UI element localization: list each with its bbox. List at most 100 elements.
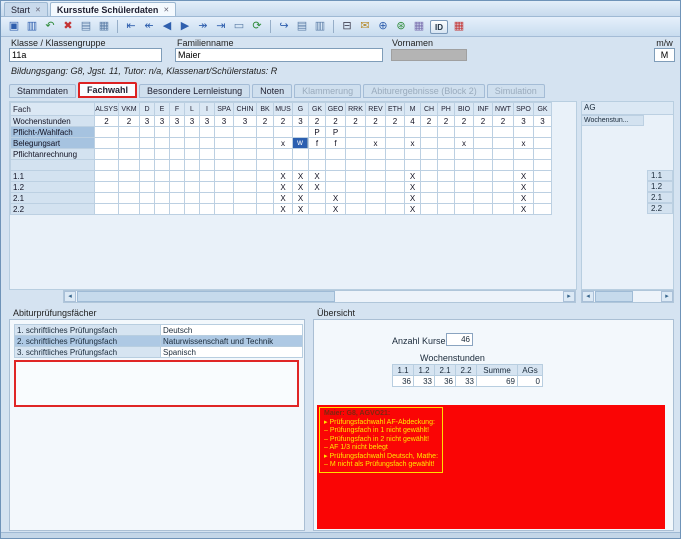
grid-cell[interactable]	[438, 204, 455, 215]
grid-cell[interactable]	[215, 171, 234, 182]
grid-cell[interactable]	[215, 149, 234, 160]
grid-cell[interactable]	[493, 171, 514, 182]
grid-cell[interactable]: 2	[421, 116, 438, 127]
grid-cell[interactable]: X	[514, 204, 534, 215]
grid-cell[interactable]	[257, 182, 274, 193]
grid-cell[interactable]	[95, 182, 119, 193]
grid-cell[interactable]	[200, 127, 215, 138]
grid-cell[interactable]	[185, 182, 200, 193]
grid-cell[interactable]	[95, 193, 119, 204]
grid-cell[interactable]	[140, 182, 155, 193]
grid-cell[interactable]	[293, 160, 309, 171]
grid-cell[interactable]	[200, 182, 215, 193]
grid-cell[interactable]	[140, 171, 155, 182]
tab-fachwahl[interactable]: Fachwahl	[78, 82, 137, 98]
grid-cell[interactable]: X	[326, 204, 346, 215]
grid-cell[interactable]: f	[309, 138, 326, 149]
grid-cell[interactable]	[514, 149, 534, 160]
grid-cell[interactable]	[386, 160, 405, 171]
grid-cell[interactable]: 3	[534, 116, 552, 127]
grid-cell[interactable]	[185, 193, 200, 204]
save-all-icon[interactable]: ▥	[24, 19, 40, 35]
grid-cell[interactable]	[438, 149, 455, 160]
grid-cell[interactable]: 2	[309, 116, 326, 127]
grid-cell[interactable]	[257, 127, 274, 138]
grid-cell[interactable]: 2	[438, 116, 455, 127]
grid-cell[interactable]	[534, 149, 552, 160]
grid-cell[interactable]	[474, 149, 493, 160]
next-record-icon[interactable]: ▶	[177, 19, 193, 35]
grid-cell[interactable]	[493, 204, 514, 215]
grid-cell[interactable]: 3	[170, 116, 185, 127]
calculator-icon[interactable]: ▦	[411, 19, 427, 35]
report-icon[interactable]: ▤	[294, 19, 310, 35]
grid-cell[interactable]	[257, 138, 274, 149]
grid-cell[interactable]: 3	[293, 116, 309, 127]
grid-cell[interactable]	[257, 171, 274, 182]
scroll-right-icon[interactable]: ▸	[563, 291, 575, 302]
abitur-row-value[interactable]: Spanisch	[161, 347, 303, 358]
grid-cell[interactable]	[309, 149, 326, 160]
grid-cell[interactable]	[200, 149, 215, 160]
grid-cell[interactable]: x	[405, 138, 421, 149]
grid-cell[interactable]	[274, 160, 293, 171]
grid-cell[interactable]: X	[514, 193, 534, 204]
grid-cell[interactable]	[493, 193, 514, 204]
grid-cell[interactable]	[493, 149, 514, 160]
grid-cell[interactable]	[493, 160, 514, 171]
grid-cell[interactable]	[405, 160, 421, 171]
grid-cell[interactable]	[170, 160, 185, 171]
grid-cell[interactable]	[293, 149, 309, 160]
grid-cell[interactable]	[534, 127, 552, 138]
grid-scrollbar-thumb[interactable]	[77, 291, 335, 302]
grid-cell[interactable]: X	[405, 204, 421, 215]
grid-cell[interactable]: X	[293, 182, 309, 193]
grid-cell[interactable]: 2	[493, 116, 514, 127]
grid-cell[interactable]	[119, 171, 140, 182]
grid-cell[interactable]	[366, 182, 386, 193]
grid-cell[interactable]	[474, 171, 493, 182]
grid-cell[interactable]	[421, 138, 438, 149]
abitur-row-selected[interactable]: 2. schriftliches PrüfungsfachNaturwissen…	[15, 336, 303, 347]
abitur-row-value[interactable]: Deutsch	[161, 325, 303, 336]
grid-cell[interactable]	[234, 138, 257, 149]
grid-cell[interactable]	[474, 138, 493, 149]
grid-cell[interactable]	[474, 193, 493, 204]
first-record-icon[interactable]: ⇤	[123, 19, 139, 35]
tab-close-icon[interactable]: ✕	[163, 6, 169, 14]
new-record-icon[interactable]: ▦	[96, 19, 112, 35]
grid-cell[interactable]	[185, 138, 200, 149]
grid-cell[interactable]	[95, 149, 119, 160]
grid-cell[interactable]: X	[274, 193, 293, 204]
grid-cell[interactable]	[346, 138, 366, 149]
tab-stammdaten[interactable]: Stammdaten	[9, 84, 76, 98]
ag-scrollbar-thumb[interactable]	[595, 291, 633, 302]
window-tab-kursstufe-schülerdaten[interactable]: Kursstufe Schülerdaten✕	[50, 2, 176, 16]
grid-cell[interactable]: w▾	[293, 138, 309, 149]
last-record-icon[interactable]: ⇥	[213, 19, 229, 35]
grid-cell[interactable]	[215, 204, 234, 215]
ag-horizontal-scrollbar[interactable]: ◂ ▸	[581, 290, 674, 303]
grid-cell[interactable]	[346, 171, 366, 182]
familienname-input[interactable]	[175, 48, 383, 62]
grid-cell[interactable]	[119, 160, 140, 171]
grid-cell[interactable]	[438, 127, 455, 138]
grid-cell[interactable]: 2	[119, 116, 140, 127]
grid-cell[interactable]	[140, 138, 155, 149]
grid-cell[interactable]	[534, 204, 552, 215]
grid-cell[interactable]	[170, 182, 185, 193]
grid-cell[interactable]	[95, 138, 119, 149]
grid-cell[interactable]	[309, 160, 326, 171]
grid-cell[interactable]	[155, 171, 170, 182]
grid-cell[interactable]: 2	[455, 116, 474, 127]
grid-cell[interactable]	[386, 193, 405, 204]
print-icon[interactable]: ⊟	[339, 19, 355, 35]
grid-cell[interactable]	[234, 193, 257, 204]
grid-cell[interactable]	[170, 127, 185, 138]
grid-cell[interactable]	[234, 171, 257, 182]
grid-cell[interactable]	[474, 160, 493, 171]
grid-cell[interactable]	[155, 193, 170, 204]
refresh-icon[interactable]: ⟳	[249, 19, 265, 35]
undo-icon[interactable]: ↶	[42, 19, 58, 35]
grid-cell[interactable]	[257, 193, 274, 204]
